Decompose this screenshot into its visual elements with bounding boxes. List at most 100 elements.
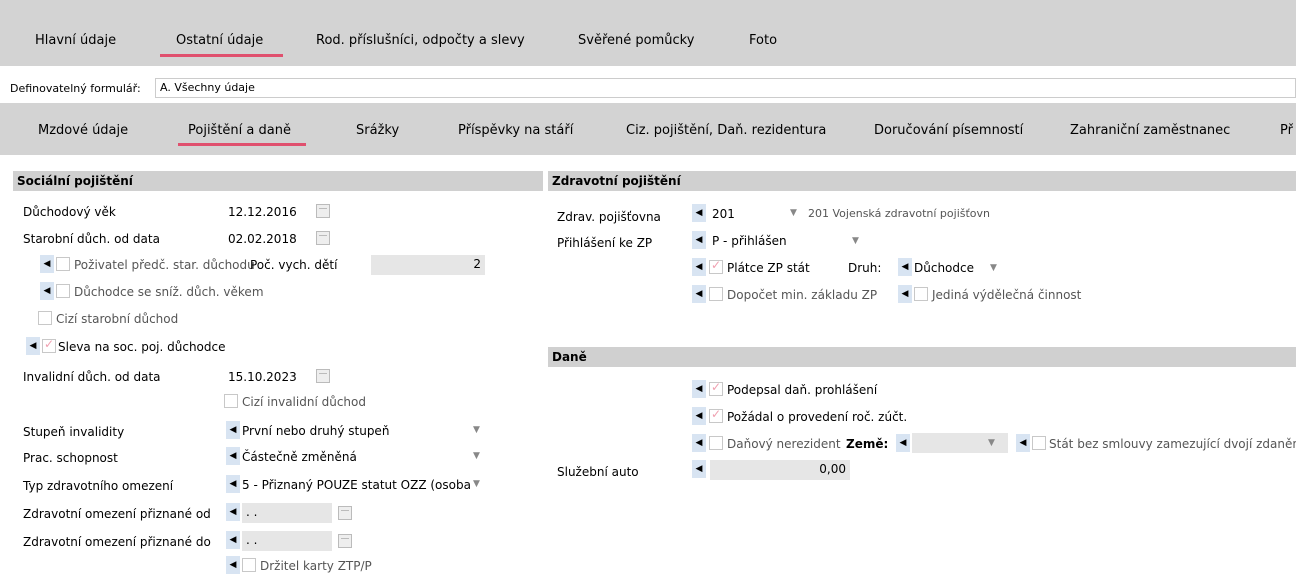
tab-foto[interactable]: Foto: [749, 33, 777, 48]
chevron-down-icon[interactable]: ▼: [473, 479, 480, 489]
chevron-down-icon[interactable]: ▼: [990, 263, 997, 273]
duchodovy-vek-value[interactable]: 12.12.2016: [228, 205, 297, 219]
tax-section-header: Daně: [548, 347, 1296, 367]
ztp-label: Držitel karty ZTP/P: [260, 559, 372, 573]
health-section-header: Zdravotní pojištění: [548, 171, 1296, 191]
arrow-left-icon[interactable]: ◀: [40, 255, 54, 273]
tab-overflow[interactable]: Př: [1280, 123, 1293, 138]
jedina-checkbox[interactable]: [914, 287, 928, 301]
poc-deti-input[interactable]: 2: [371, 255, 485, 275]
chevron-down-icon[interactable]: ▼: [988, 438, 995, 448]
ztp-checkbox[interactable]: [242, 558, 256, 572]
prihlaseni-value[interactable]: P - přihlášen: [712, 234, 787, 248]
arrow-left-icon[interactable]: ◀: [40, 282, 54, 300]
arrow-left-icon[interactable]: ◀: [898, 258, 912, 276]
pozadal-checkbox[interactable]: [709, 407, 723, 423]
chevron-down-icon[interactable]: ▼: [473, 451, 480, 461]
snizeny-checkbox[interactable]: [56, 284, 70, 298]
arrow-left-icon[interactable]: ◀: [692, 204, 706, 222]
typ-label: Typ zdravotního omezení: [23, 479, 174, 493]
invalidni-value[interactable]: 15.10.2023: [228, 370, 297, 384]
arrow-left-icon[interactable]: ◀: [692, 434, 706, 452]
sleva-checkbox[interactable]: [42, 337, 56, 353]
cizi-starobni-checkbox[interactable]: [38, 311, 52, 325]
calendar-icon[interactable]: [338, 506, 352, 520]
chevron-down-icon[interactable]: ▼: [852, 236, 859, 246]
chevron-down-icon[interactable]: ▼: [473, 425, 480, 435]
tab-zahranicni[interactable]: Zahraniční zaměstnanec: [1070, 123, 1230, 138]
dopocet-checkbox[interactable]: [709, 287, 723, 301]
chevron-down-icon[interactable]: ▼: [790, 208, 797, 218]
arrow-left-icon[interactable]: ◀: [898, 285, 912, 303]
platce-label: Plátce ZP stát: [727, 261, 810, 275]
arrow-left-icon[interactable]: ◀: [226, 531, 240, 549]
dopocet-label: Dopočet min. základu ZP: [727, 288, 878, 302]
arrow-left-icon[interactable]: ◀: [226, 421, 240, 439]
omez-od-label: Zdravotní omezení přiznané od: [23, 507, 211, 521]
podepsal-checkbox[interactable]: [709, 380, 723, 396]
starobni-label: Starobní důch. od data: [23, 232, 160, 246]
stat-label: Stát bez smlouvy zamezující dvojí zdaněn…: [1049, 437, 1296, 451]
arrow-left-icon[interactable]: ◀: [692, 460, 706, 478]
tab-ciz-pojisteni[interactable]: Ciz. pojištění, Daň. rezidentura: [626, 123, 826, 138]
pozivatel-checkbox[interactable]: [56, 257, 70, 271]
omez-od-input[interactable]: . .: [242, 503, 332, 523]
stupen-label: Stupeň invalidity: [23, 425, 125, 439]
arrow-left-icon[interactable]: ◀: [692, 407, 706, 425]
podepsal-label: Podepsal daň. prohlášení: [727, 383, 878, 397]
cizi-invalidni-checkbox[interactable]: [224, 394, 238, 408]
snizeny-label: Důchodce se sníž. důch. věkem: [74, 285, 264, 299]
pojistovna-code[interactable]: 201: [712, 207, 735, 221]
arrow-left-icon[interactable]: ◀: [896, 434, 910, 452]
auto-label: Služební auto: [557, 465, 639, 479]
prac-label: Prac. schopnost: [23, 451, 118, 465]
starobni-value[interactable]: 02.02.2018: [228, 232, 297, 246]
pojistovna-label: Zdrav. pojišťovna: [557, 210, 661, 224]
arrow-left-icon[interactable]: ◀: [26, 337, 40, 355]
arrow-left-icon[interactable]: ◀: [692, 231, 706, 249]
arrow-left-icon[interactable]: ◀: [1016, 434, 1030, 452]
calendar-icon[interactable]: [316, 204, 330, 218]
tab-prispevky-na-stari[interactable]: Příspěvky na stáří: [458, 123, 573, 138]
tab-ostatni-udaje[interactable]: Ostatní údaje: [176, 33, 263, 48]
tab-rod-prislusnici[interactable]: Rod. příslušníci, odpočty a slevy: [316, 33, 525, 48]
form-selector-label: Definovatelný formulář:: [10, 82, 141, 95]
platce-checkbox[interactable]: [709, 258, 723, 274]
arrow-left-icon[interactable]: ◀: [692, 285, 706, 303]
omez-do-label: Zdravotní omezení přiznané do: [23, 535, 211, 549]
arrow-left-icon[interactable]: ◀: [226, 503, 240, 521]
druh-value[interactable]: Důchodce: [914, 261, 974, 275]
arrow-left-icon[interactable]: ◀: [226, 556, 240, 574]
typ-value[interactable]: 5 - Přiznaný POUZE statut OZZ (osoba :: [242, 478, 472, 492]
prihlaseni-label: Přihlášení ke ZP: [557, 236, 653, 250]
tab-sverene-pomucky[interactable]: Svěřené pomůcky: [578, 33, 694, 48]
tab-dorucovani[interactable]: Doručování písemností: [874, 123, 1023, 138]
prac-value[interactable]: Částečně změněná: [242, 450, 357, 464]
tab-mzdove-udaje[interactable]: Mzdové údaje: [38, 123, 128, 138]
duchodovy-vek-label: Důchodový věk: [23, 205, 116, 219]
arrow-left-icon[interactable]: ◀: [692, 380, 706, 398]
active-subtab-indicator: [178, 143, 306, 146]
nerezident-label: Daňový nerezident: [727, 437, 841, 451]
nerezident-checkbox[interactable]: [709, 436, 723, 450]
tab-srazky[interactable]: Srážky: [356, 123, 399, 138]
druh-label: Druh:: [848, 261, 882, 275]
arrow-left-icon[interactable]: ◀: [692, 258, 706, 276]
calendar-icon[interactable]: [316, 231, 330, 245]
stupen-value[interactable]: První nebo druhý stupeň: [242, 424, 389, 438]
jedina-label: Jediná výdělečná činnost: [932, 288, 1082, 302]
arrow-left-icon[interactable]: ◀: [226, 447, 240, 465]
arrow-left-icon[interactable]: ◀: [226, 475, 240, 493]
calendar-icon[interactable]: [338, 534, 352, 548]
omez-do-input[interactable]: . .: [242, 531, 332, 551]
invalidni-label: Invalidní důch. od data: [23, 370, 161, 384]
tab-hlavni-udaje[interactable]: Hlavní údaje: [35, 33, 116, 48]
stat-checkbox[interactable]: [1032, 436, 1046, 450]
zeme-label: Země:: [846, 437, 889, 451]
tab-pojisteni-a-dane[interactable]: Pojištění a daně: [188, 123, 291, 138]
pozivatel-label: Poživatel předč. star. důchodu: [74, 258, 255, 272]
sleva-label: Sleva na soc. poj. důchodce: [58, 340, 226, 354]
calendar-icon[interactable]: [316, 369, 330, 383]
form-selector-input[interactable]: A. Všechny údaje: [155, 78, 1296, 98]
auto-input[interactable]: 0,00: [710, 460, 850, 480]
